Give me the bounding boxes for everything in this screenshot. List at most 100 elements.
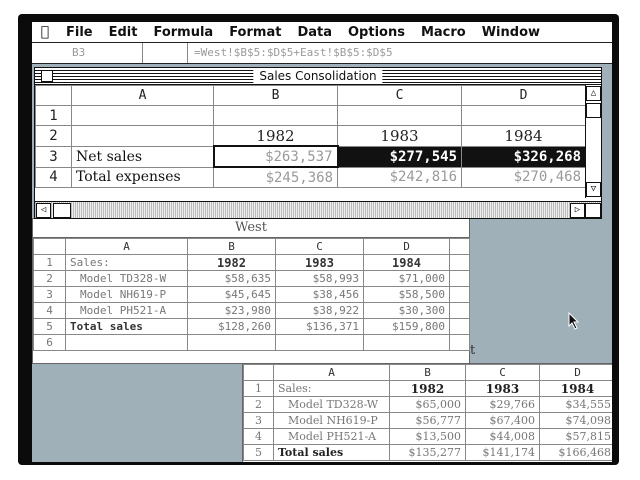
cell[interactable]: Total sales — [65, 318, 188, 335]
window-title-bar[interactable]: Sales Consolidation — [35, 68, 601, 85]
corner-cell[interactable] — [243, 364, 274, 381]
cell[interactable] — [449, 270, 470, 287]
sales-consolidation-window[interactable]: Sales Consolidation A B C D 1 2 1982 198… — [34, 67, 602, 219]
cell[interactable]: Model NH619-P — [65, 286, 188, 303]
column-header-b[interactable]: B — [187, 238, 276, 255]
cell[interactable]: 1983 — [337, 125, 462, 147]
cell[interactable]: $58,635 — [187, 270, 276, 287]
cell[interactable]: Sales: — [273, 380, 390, 397]
cell[interactable] — [65, 334, 188, 351]
apple-icon[interactable]:  — [32, 24, 58, 40]
cell[interactable]: $30,300 — [363, 302, 450, 319]
menu-options[interactable]: Options — [340, 25, 413, 40]
cell[interactable] — [449, 254, 470, 271]
selected-cell[interactable]: $263,537 — [212, 145, 339, 168]
row-header[interactable]: 4 — [243, 428, 274, 445]
row-header[interactable]: 6 — [33, 334, 66, 351]
cell[interactable] — [213, 105, 338, 126]
cell[interactable]: $128,260 — [187, 318, 276, 335]
cell[interactable]: Sales: — [65, 254, 188, 271]
cell[interactable]: Model PH521-A — [273, 428, 390, 445]
column-header-c[interactable]: C — [465, 364, 540, 381]
row-header[interactable]: 5 — [243, 444, 274, 461]
cell[interactable] — [275, 334, 364, 351]
scroll-thumb[interactable] — [586, 103, 601, 118]
cell[interactable]: $58,500 — [363, 286, 450, 303]
menu-formula[interactable]: Formula — [145, 25, 221, 40]
column-header-a[interactable]: A — [71, 85, 214, 106]
row-header[interactable]: 2 — [243, 396, 274, 413]
column-header-d[interactable]: D — [539, 364, 612, 381]
cell[interactable]: $45,645 — [187, 286, 276, 303]
row-header[interactable]: 5 — [33, 318, 66, 335]
menu-data[interactable]: Data — [289, 25, 340, 40]
cell[interactable]: $58,993 — [275, 270, 364, 287]
cell[interactable] — [71, 105, 214, 126]
west-window[interactable]: West A B C D 1 Sales: 1982 1983 1984 2 M… — [32, 218, 470, 364]
cell[interactable]: $141,174 — [465, 444, 540, 461]
cell[interactable] — [449, 302, 470, 319]
column-header-d[interactable]: D — [363, 238, 450, 255]
cell[interactable]: Net sales — [71, 145, 214, 168]
highlighted-cell[interactable]: $277,545 — [337, 145, 462, 168]
cell[interactable]: $74,098 — [539, 412, 612, 429]
row-header[interactable]: 3 — [35, 145, 72, 168]
cell[interactable]: $136,371 — [275, 318, 364, 335]
scroll-up-icon[interactable]: △ — [586, 86, 601, 101]
scroll-right-icon[interactable]: ▷ — [570, 203, 585, 218]
cell[interactable]: Total expenses — [71, 166, 214, 188]
cell[interactable]: $245,368 — [213, 166, 338, 188]
row-header[interactable]: 1 — [35, 105, 72, 126]
cell[interactable]: $71,000 — [363, 270, 450, 287]
cell[interactable]: 1982 — [213, 125, 338, 147]
column-header-c[interactable]: C — [337, 85, 462, 106]
cell[interactable]: Model TD328-W — [273, 396, 390, 413]
west-window-title[interactable]: West — [33, 219, 469, 238]
cell[interactable]: Model NH619-P — [273, 412, 390, 429]
cell[interactable]: $23,980 — [187, 302, 276, 319]
menu-window[interactable]: Window — [474, 25, 548, 40]
resize-grow-icon[interactable] — [585, 203, 601, 218]
column-header-a[interactable]: A — [273, 364, 390, 381]
row-header[interactable]: 4 — [33, 302, 66, 319]
cell[interactable]: $34,555 — [539, 396, 612, 413]
cell[interactable] — [337, 105, 462, 126]
column-header-d[interactable]: D — [461, 85, 586, 106]
cell[interactable]: $38,456 — [275, 286, 364, 303]
formula-input[interactable]: =West!$B$5:$D$5+East!$B$5:$D$5 — [194, 46, 393, 59]
cell[interactable]: $242,816 — [337, 166, 462, 188]
vertical-scrollbar[interactable]: △ ▽ — [585, 85, 601, 198]
scroll-thumb[interactable] — [53, 203, 71, 218]
cell[interactable] — [449, 334, 470, 351]
column-header-a[interactable]: A — [65, 238, 188, 255]
row-header[interactable]: 2 — [33, 270, 66, 287]
cell[interactable]: $29,766 — [465, 396, 540, 413]
scroll-left-icon[interactable]: ◁ — [36, 203, 51, 218]
row-header[interactable]: 3 — [243, 412, 274, 429]
row-header[interactable]: 2 — [35, 125, 72, 147]
row-header[interactable]: 1 — [33, 254, 66, 271]
cell[interactable]: Model TD328-W — [65, 270, 188, 287]
row-header[interactable]: 3 — [33, 286, 66, 303]
cell[interactable] — [187, 334, 276, 351]
cell[interactable]: Total sales — [273, 444, 390, 461]
close-box-icon[interactable] — [41, 70, 53, 82]
cell[interactable]: $56,777 — [389, 412, 466, 429]
row-header[interactable]: 1 — [243, 380, 274, 397]
cell[interactable]: 1984 — [363, 254, 450, 271]
cell[interactable]: 1983 — [465, 380, 540, 397]
menu-edit[interactable]: Edit — [101, 25, 146, 40]
cell[interactable]: 1982 — [187, 254, 276, 271]
column-header-b[interactable]: B — [389, 364, 466, 381]
cell[interactable]: $38,922 — [275, 302, 364, 319]
menu-file[interactable]: File — [58, 25, 101, 40]
scroll-down-icon[interactable]: ▽ — [586, 182, 601, 197]
column-header-e[interactable] — [449, 238, 470, 255]
cell[interactable]: $159,800 — [363, 318, 450, 335]
cell[interactable] — [71, 125, 214, 147]
menu-format[interactable]: Format — [221, 25, 289, 40]
horizontal-scrollbar[interactable]: ◁ ▷ — [35, 201, 601, 218]
cell[interactable] — [449, 286, 470, 303]
column-header-c[interactable]: C — [275, 238, 364, 255]
cell[interactable]: $67,400 — [465, 412, 540, 429]
